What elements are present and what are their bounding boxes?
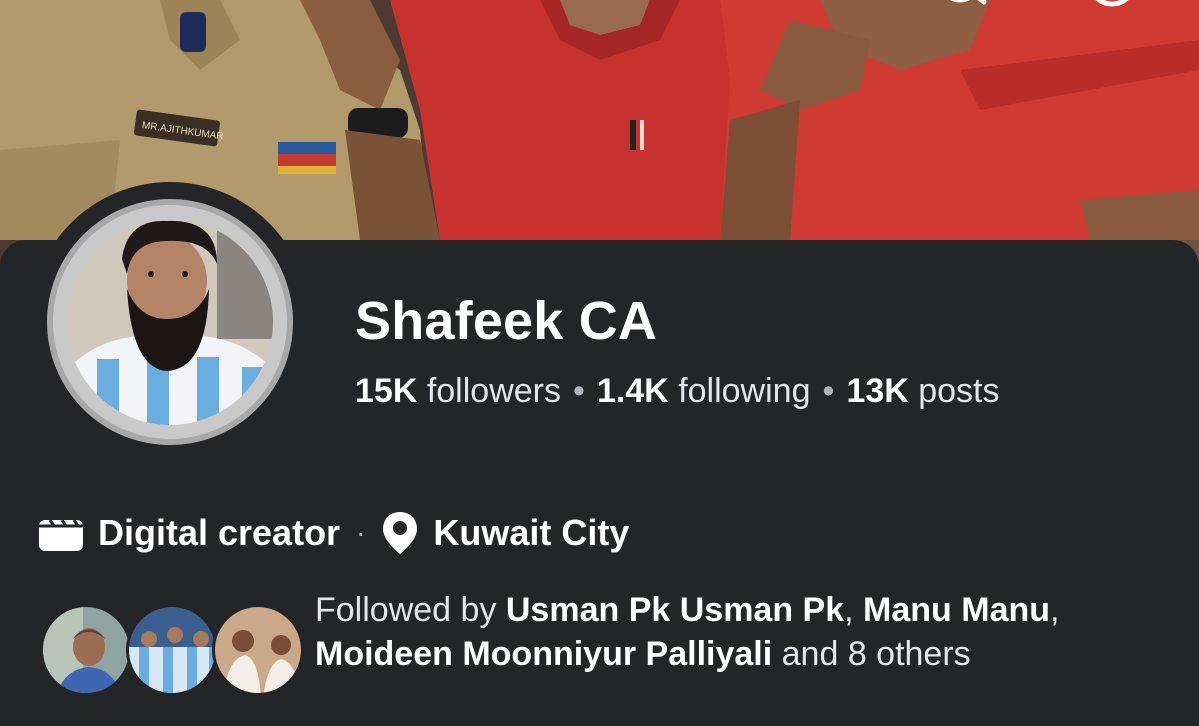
stats-separator: • xyxy=(573,372,585,410)
search-icon[interactable] xyxy=(938,0,990,20)
following-link[interactable]: 1.4K following xyxy=(597,372,811,410)
followed-by-prefix: Followed by xyxy=(315,591,497,629)
mutual-name[interactable]: Moideen Moonniyur Palliyali xyxy=(315,635,772,673)
mutual-avatar xyxy=(212,604,304,696)
mutual-name[interactable]: Manu Manu xyxy=(863,591,1050,629)
following-label: following xyxy=(678,372,811,410)
followers-label: followers xyxy=(426,372,561,410)
followed-by-text[interactable]: Followed by Usman Pk Usman Pk, Manu Manu… xyxy=(315,588,1135,676)
stats-separator: • xyxy=(822,372,835,410)
location-pin-icon xyxy=(381,510,419,556)
posts-link[interactable]: 13K posts xyxy=(846,372,999,410)
mutual-avatar xyxy=(126,604,218,696)
followers-link[interactable]: 15K followers xyxy=(355,372,561,410)
followers-count: 15K xyxy=(355,372,418,410)
avatar-photo xyxy=(67,219,273,425)
following-count: 1.4K xyxy=(596,372,669,410)
category-label: Digital creator xyxy=(98,512,341,553)
profile-avatar[interactable] xyxy=(47,199,293,445)
profile-meta: Digital creator · Kuwait City xyxy=(38,510,629,556)
posts-count: 13K xyxy=(846,372,909,410)
more-icon[interactable] xyxy=(1086,0,1138,20)
clapperboard-icon xyxy=(38,514,84,552)
mutual-avatar xyxy=(40,604,132,696)
profile-name: Shafeek CA xyxy=(355,291,658,351)
mutual-name[interactable]: Usman Pk Usman Pk xyxy=(506,591,844,629)
location-label[interactable]: Kuwait City xyxy=(433,512,629,554)
profile-stats: 15K followers • 1.4K following • 13K posts xyxy=(355,372,1000,411)
followed-by-suffix: and 8 others xyxy=(781,635,971,673)
posts-label: posts xyxy=(918,372,1000,410)
meta-separator: · xyxy=(356,517,366,548)
profile-page: MR.AJITHKUMAR Shafeek CA 15K followers •… xyxy=(0,0,1199,726)
mutual-followers-avatars[interactable] xyxy=(40,604,310,704)
back-arrow-icon[interactable] xyxy=(60,0,112,20)
